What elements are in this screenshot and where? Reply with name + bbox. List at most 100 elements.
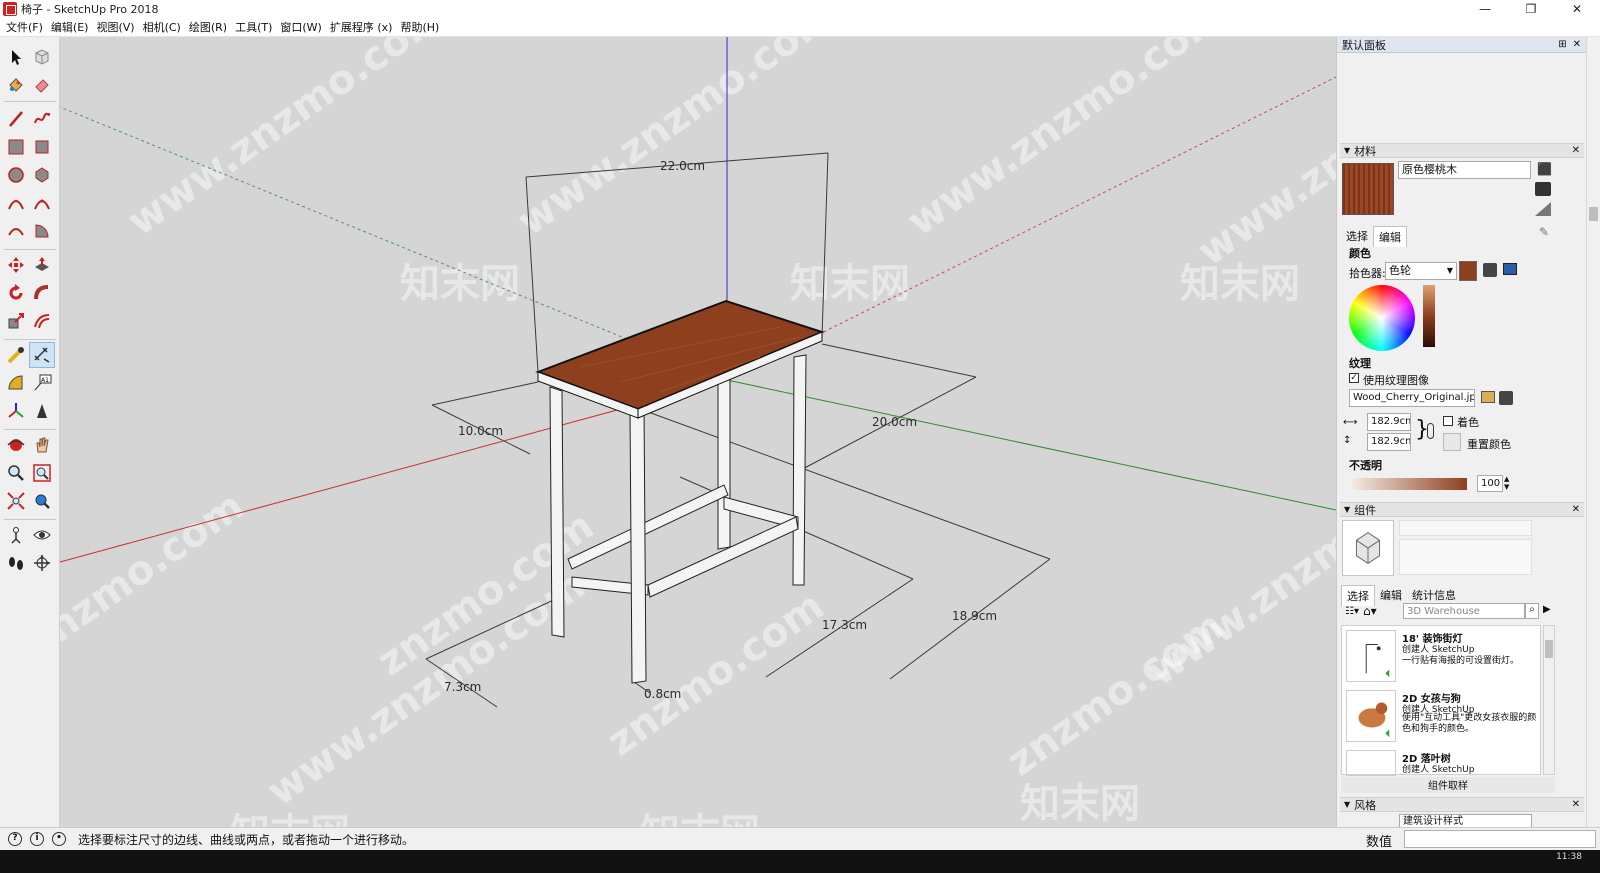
geo-location-icon[interactable]: ?: [8, 832, 22, 846]
picker-select[interactable]: 色轮 ▼: [1385, 262, 1457, 280]
texture-file-field[interactable]: Wood_Cherry_Original.jpg: [1349, 389, 1475, 407]
styles-close-icon[interactable]: ✕: [1572, 799, 1580, 810]
make-component-icon[interactable]: [30, 45, 54, 69]
dimension-tool-icon[interactable]: [29, 342, 55, 368]
pan-tool-icon[interactable]: [30, 433, 54, 457]
match-model-color-icon[interactable]: [1483, 263, 1497, 277]
user-account-icon[interactable]: •: [52, 832, 66, 846]
material-name-field[interactable]: 原色樱桃木: [1398, 161, 1531, 179]
rotate-tool-icon[interactable]: [4, 281, 28, 305]
eyedropper-icon[interactable]: ✎: [1539, 225, 1549, 239]
menu-camera[interactable]: 相机(C): [141, 18, 187, 37]
collapse-triangle-icon[interactable]: ▼: [1344, 146, 1350, 155]
components-close-icon[interactable]: ✕: [1572, 504, 1580, 515]
menu-window[interactable]: 窗口(W): [278, 18, 327, 37]
menu-edit[interactable]: 编辑(E): [49, 18, 95, 37]
arc-tool-icon[interactable]: [4, 191, 28, 215]
line-tool-icon[interactable]: [4, 107, 28, 131]
eraser-icon[interactable]: [30, 73, 54, 97]
menu-tools[interactable]: 工具(T): [233, 18, 278, 37]
circle-tool-icon[interactable]: [4, 163, 28, 187]
measurements-input[interactable]: [1404, 830, 1596, 848]
credits-icon[interactable]: i: [30, 832, 44, 846]
three-point-arc-icon[interactable]: [30, 191, 54, 215]
scale-tool-icon[interactable]: [4, 309, 28, 333]
browse-folder-icon[interactable]: [1481, 391, 1495, 403]
move-tool-icon[interactable]: [4, 253, 28, 277]
rotated-rectangle-icon[interactable]: [30, 135, 54, 159]
tape-measure-icon[interactable]: [4, 343, 28, 367]
component-list-scrollbar[interactable]: [1543, 625, 1555, 775]
value-slider[interactable]: [1423, 285, 1435, 347]
texture-height-field[interactable]: 182.9cm: [1367, 433, 1411, 451]
maximize-button[interactable]: ❐: [1508, 0, 1554, 18]
home-icon[interactable]: ⌂▾: [1363, 604, 1377, 618]
3d-text-icon[interactable]: [30, 399, 54, 423]
create-material-icon[interactable]: ⬛: [1537, 162, 1552, 176]
previous-view-icon[interactable]: [30, 489, 54, 513]
look-around-icon[interactable]: [30, 523, 54, 547]
search-icon[interactable]: ⌕: [1525, 603, 1539, 619]
streetlight-thumbnail[interactable]: [1346, 630, 1396, 682]
tab-edit[interactable]: 编辑: [1373, 226, 1407, 247]
current-color-swatch[interactable]: [1459, 261, 1477, 281]
paint-bucket-icon[interactable]: [4, 73, 28, 97]
scene-canvas[interactable]: www.znzmo.com www.znzmo.com www.znzmo.co…: [60, 37, 1336, 827]
zoom-window-icon[interactable]: [30, 461, 54, 485]
position-camera-icon[interactable]: [4, 523, 28, 547]
opacity-spinner-icon[interactable]: ▲ ▼: [1504, 475, 1509, 491]
opacity-slider[interactable]: [1351, 478, 1467, 490]
select-tool-icon[interactable]: [4, 45, 28, 69]
modeling-viewport[interactable]: www.znzmo.com www.znzmo.com www.znzmo.co…: [60, 37, 1336, 827]
style-name-field[interactable]: 建筑设计样式: [1399, 814, 1532, 827]
warehouse-search-input[interactable]: 3D Warehouse: [1403, 603, 1525, 619]
tab-select[interactable]: 选择: [1341, 585, 1375, 606]
girl-dog-thumbnail[interactable]: [1346, 690, 1396, 742]
collapse-triangle-icon[interactable]: ▼: [1344, 505, 1350, 514]
tree-thumbnail[interactable]: [1346, 750, 1396, 776]
pie-tool-icon[interactable]: [30, 219, 54, 243]
walk-tool-icon[interactable]: [4, 551, 28, 575]
zoom-tool-icon[interactable]: [4, 461, 28, 485]
texture-width-field[interactable]: 182.9cm: [1367, 413, 1411, 431]
collapse-triangle-icon[interactable]: ▼: [1344, 800, 1350, 809]
tray-scrollbar[interactable]: [1586, 37, 1600, 827]
axes-tool-icon[interactable]: [4, 399, 28, 423]
protractor-icon[interactable]: [4, 371, 28, 395]
forward-arrow-icon[interactable]: ▶: [1543, 604, 1551, 615]
reset-color-swatch[interactable]: [1443, 433, 1461, 451]
text-tool-icon[interactable]: A1: [30, 371, 54, 395]
component-description-field[interactable]: [1399, 539, 1532, 575]
view-options-icon[interactable]: ☷▾: [1345, 606, 1359, 617]
color-wheel[interactable]: [1349, 285, 1415, 351]
follow-me-icon[interactable]: [30, 281, 54, 305]
opacity-field[interactable]: 100: [1477, 475, 1503, 492]
default-material-icon[interactable]: [1535, 202, 1551, 216]
polygon-tool-icon[interactable]: [30, 163, 54, 187]
menu-file[interactable]: 文件(F): [4, 18, 49, 37]
lock-aspect-icon[interactable]: [1427, 423, 1434, 439]
styles-header[interactable]: ▼ 风格 ✕: [1340, 797, 1584, 812]
use-texture-checkbox[interactable]: ✓: [1349, 373, 1359, 383]
edit-texture-icon[interactable]: [1499, 391, 1513, 405]
zoom-extents-icon[interactable]: [4, 489, 28, 513]
rectangle-tool-icon[interactable]: [4, 135, 28, 159]
push-pull-icon[interactable]: [30, 253, 54, 277]
match-screen-color-icon[interactable]: [1503, 263, 1517, 275]
tab-select[interactable]: 选择: [1341, 226, 1373, 247]
menu-draw[interactable]: 绘图(R): [187, 18, 233, 37]
close-button[interactable]: ✕: [1554, 0, 1600, 18]
two-point-arc-icon[interactable]: [4, 219, 28, 243]
materials-header[interactable]: ▼ 材料 ✕: [1340, 143, 1584, 158]
freehand-icon[interactable]: [30, 107, 54, 131]
orbit-tool-icon[interactable]: [4, 433, 28, 457]
sample-paint-icon[interactable]: [1535, 182, 1551, 196]
offset-tool-icon[interactable]: [30, 309, 54, 333]
minimize-button[interactable]: —: [1462, 0, 1508, 18]
menu-extensions[interactable]: 扩展程序 (x): [328, 18, 399, 37]
sample-component-button[interactable]: 组件取样: [1341, 777, 1555, 793]
tray-pin-icon[interactable]: ⊞: [1558, 39, 1566, 50]
tray-close-icon[interactable]: ✕: [1573, 39, 1581, 50]
colorize-checkbox[interactable]: [1443, 416, 1453, 426]
components-header[interactable]: ▼ 组件 ✕: [1340, 502, 1584, 517]
